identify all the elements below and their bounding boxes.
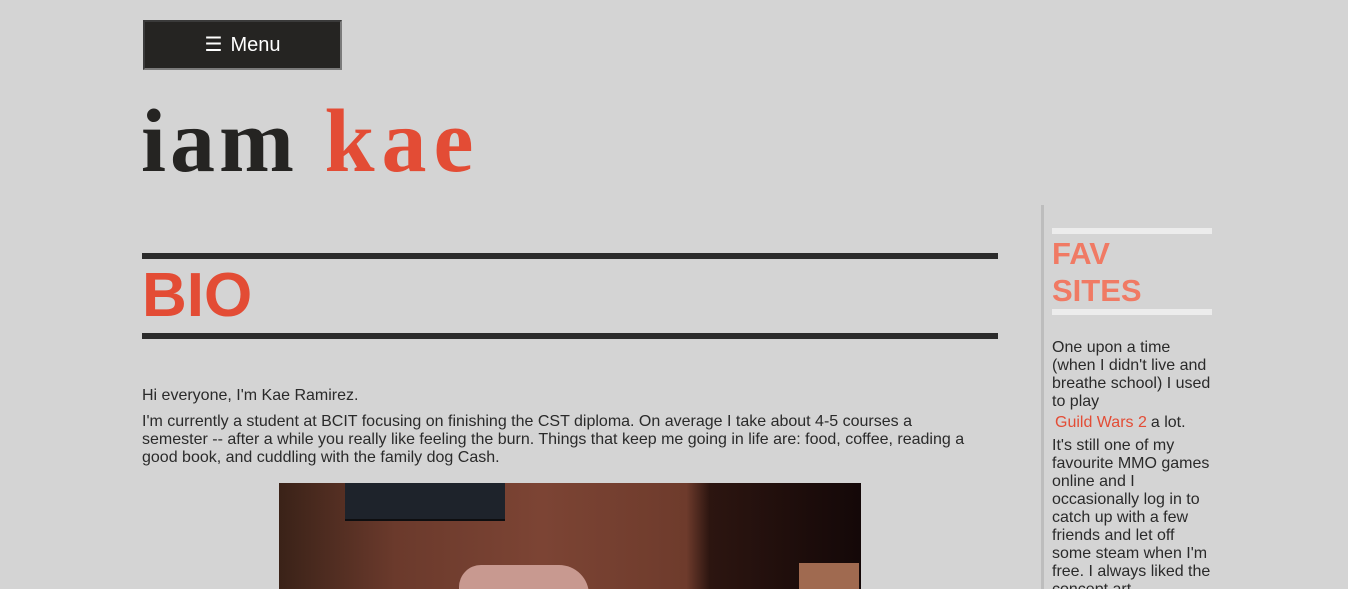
photo-poster — [345, 483, 505, 521]
sidebar-heading-line1: FAV — [1052, 236, 1110, 271]
sidebar-link-line: Guild Wars 2a lot. — [1052, 414, 1222, 432]
sidebar-text-intro: One upon a time (when I didn't live and … — [1052, 339, 1211, 410]
sidebar-top-rule — [1052, 228, 1212, 234]
sidebar-text-after-link: a lot. — [1150, 414, 1186, 431]
bio-bottom-rule — [142, 333, 998, 339]
site-title-part2: kae — [324, 92, 481, 191]
bio-top-rule — [142, 253, 998, 259]
menu-button[interactable]: ☰ Menu — [143, 20, 342, 70]
site-title: iam kae — [141, 97, 480, 187]
bio-heading: BIO — [142, 261, 253, 330]
sidebar-heading-line2: SITES — [1052, 273, 1142, 308]
page: ☰ Menu iam kae BIO Hi everyone, I'm Kae … — [0, 0, 1348, 589]
sidebar-heading: FAV SITES — [1052, 235, 1212, 309]
hamburger-icon: ☰ — [204, 34, 223, 56]
guild-wars-link[interactable]: Guild Wars 2 — [1055, 414, 1147, 431]
photo-pillow — [459, 565, 589, 589]
menu-label: Menu — [230, 33, 281, 56]
site-title-part1: iam — [141, 92, 298, 191]
sidebar-text-continued: It's still one of my favourite MMO games… — [1052, 437, 1211, 589]
photo-shelf — [799, 563, 859, 589]
sidebar-bottom-rule — [1052, 309, 1212, 315]
bio-intro: Hi everyone, I'm Kae Ramirez. — [142, 387, 359, 404]
sidebar-divider — [1041, 205, 1044, 589]
bio-paragraph: I'm currently a student at BCIT focusing… — [142, 413, 965, 466]
bio-photo — [279, 483, 861, 589]
